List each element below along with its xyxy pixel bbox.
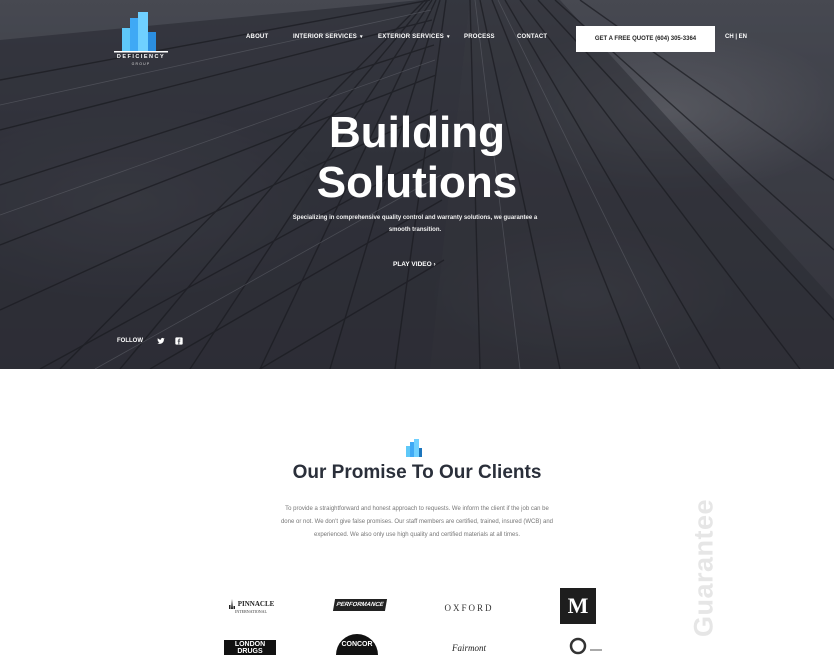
chevron-down-icon: ▾ <box>446 34 450 40</box>
client-logo-concor: CONCOR <box>336 634 378 655</box>
nav-exterior-services-label: EXTERIOR SERVICES <box>378 34 444 40</box>
language-switcher[interactable]: CH | EN <box>725 34 747 40</box>
pinnacle-tower-icon <box>228 598 235 609</box>
performance-text: PERFORMANCE <box>335 602 385 608</box>
oxford-text: OXFORD <box>444 603 494 613</box>
nav-exterior-services[interactable]: EXTERIOR SERVICES ▾ <box>378 34 450 40</box>
client-logo-pinnacle: PINNACLE INTERNATIONAL <box>224 596 278 616</box>
play-video-link[interactable]: PLAY VIDEO › <box>393 261 436 268</box>
concor-text: CONCOR <box>341 641 373 648</box>
mcdonalds-text: M <box>567 593 589 618</box>
site-logo[interactable]: DEFICIENCY GROUP <box>112 10 170 70</box>
facebook-icon[interactable] <box>175 337 183 347</box>
twitter-icon[interactable] <box>157 337 165 347</box>
guarantee-watermark: Guarantee <box>688 490 719 645</box>
promise-text: To provide a straightforward and honest … <box>280 506 554 538</box>
nav-about-label: ABOUT <box>246 34 269 40</box>
nav-interior-services[interactable]: INTERIOR SERVICES ▾ <box>293 34 363 40</box>
pinnacle-name: PINNACLE <box>237 599 275 608</box>
promise-title: Our Promise To Our Clients <box>292 462 542 483</box>
logo-tagline-text: GROUP <box>131 62 151 66</box>
swirl-logo-icon <box>569 637 602 655</box>
nav-contact[interactable]: CONTACT <box>517 34 547 40</box>
nav-interior-services-label: INTERIOR SERVICES <box>293 34 357 40</box>
hero-subtitle: Specializing in comprehensive quality co… <box>292 215 538 233</box>
guarantee-watermark-text: Guarantee <box>688 498 719 637</box>
nav-process[interactable]: PROCESS <box>464 34 495 40</box>
follow-label: FOLLOW <box>117 338 143 344</box>
logo-brand-text: DEFICIENCY <box>116 54 166 60</box>
fairmont-text: Fairmont <box>451 642 486 653</box>
nav-process-label: PROCESS <box>464 34 495 40</box>
nav-contact-label: CONTACT <box>517 34 548 40</box>
client-logo-performance: PERFORMANCE <box>332 599 388 611</box>
free-quote-button[interactable]: GET A FREE QUOTE (604) 305-3364 <box>576 26 715 52</box>
hero-title-line1: Building <box>329 108 505 157</box>
client-logo-mcdonalds: M <box>560 588 596 624</box>
logo-buildings-icon <box>114 12 168 53</box>
pinnacle-sub: INTERNATIONAL <box>235 608 267 614</box>
chevron-down-icon: ▾ <box>359 34 363 40</box>
client-logo-swirl <box>568 636 604 655</box>
promise-buildings-icon <box>406 439 422 457</box>
hero-title-line2: Solutions <box>316 158 518 207</box>
london-drugs-text: LONDON DRUGS <box>234 640 266 655</box>
client-logo-fairmont: Fairmont <box>444 640 494 655</box>
client-logo-london-drugs: LONDON DRUGS <box>224 640 276 655</box>
hero-section: DEFICIENCY GROUP ABOUT INTERIOR SERVICES… <box>0 0 834 369</box>
nav-about[interactable]: ABOUT <box>246 34 268 40</box>
client-logo-oxford: OXFORD <box>443 602 495 614</box>
